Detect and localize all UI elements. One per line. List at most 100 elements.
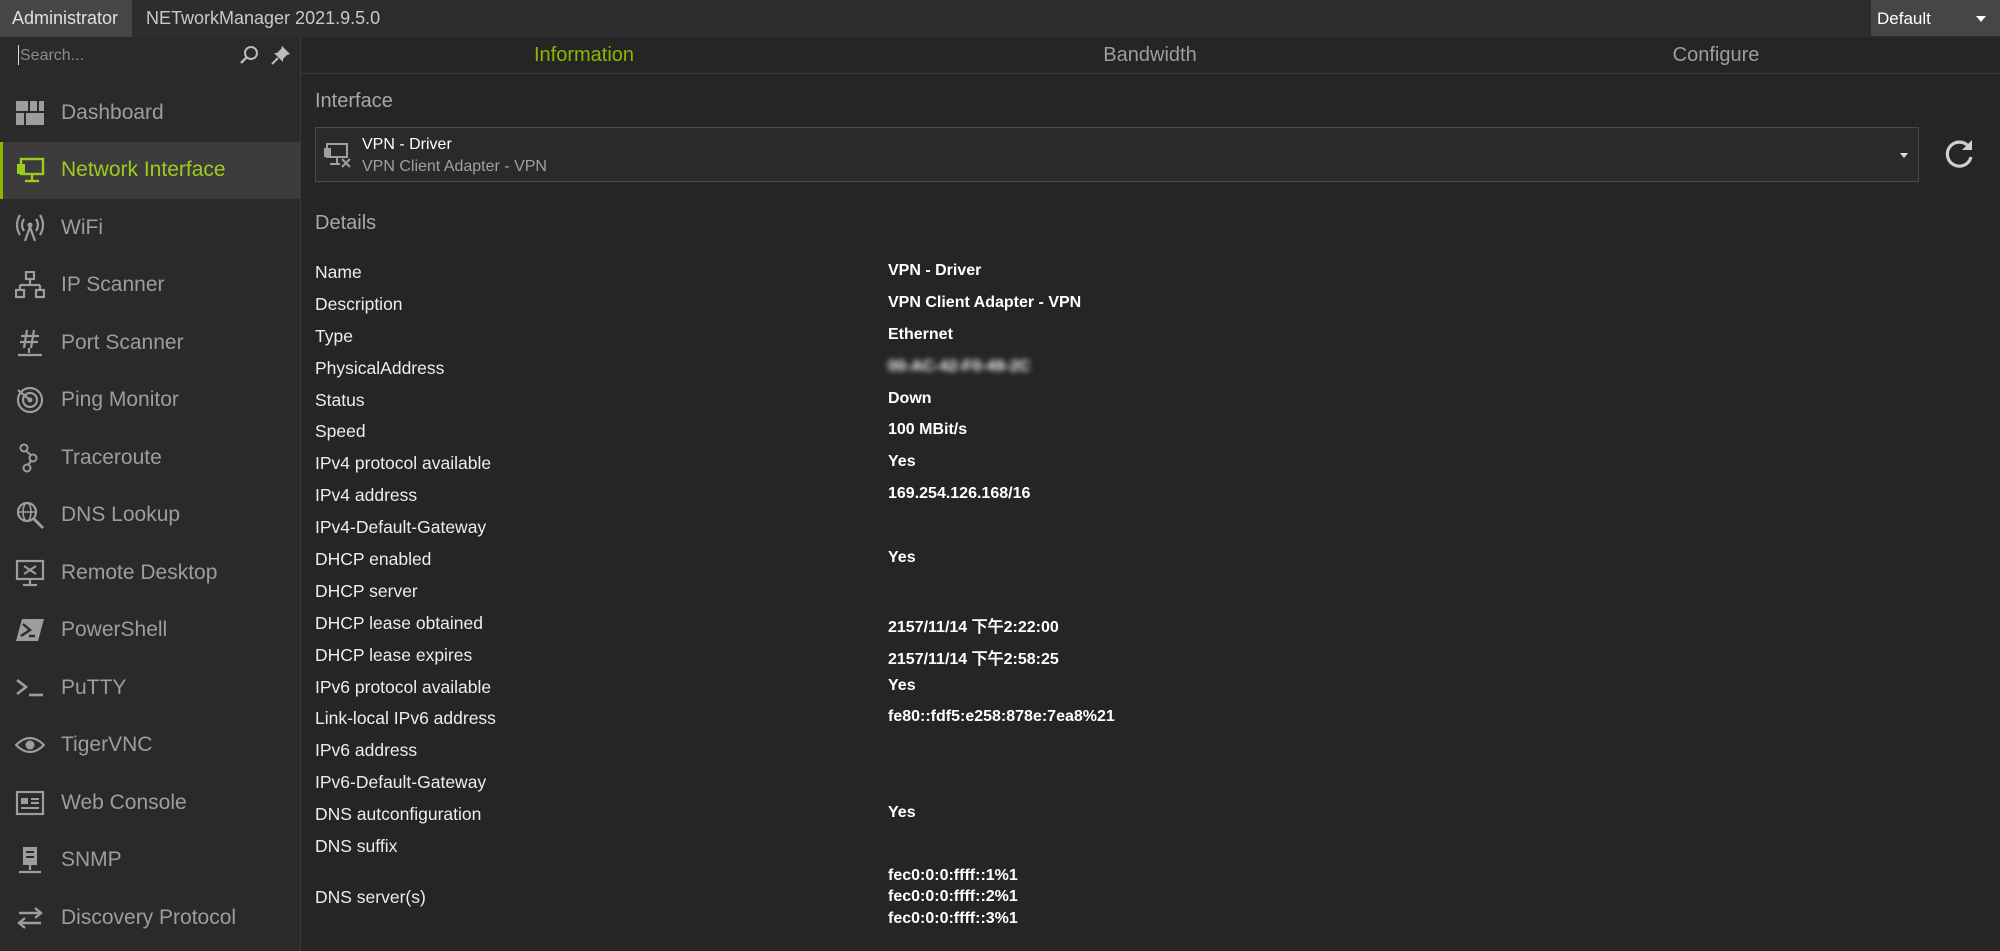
detail-value: VPN Client Adapter - VPN xyxy=(888,293,1082,311)
pin-icon[interactable] xyxy=(270,44,292,66)
sidebar-item-label: IP Scanner xyxy=(61,273,165,297)
sidebar-item-label: Web Console xyxy=(61,790,187,814)
dns-server-entry: fec0:0:0:ffff::3%1 xyxy=(888,909,1018,927)
sidebar-item-label: Network Interface xyxy=(61,158,226,182)
detail-row-ipv4-available: IPv4 protocol available Yes xyxy=(315,448,1915,480)
app-title: NETworkManager 2021.9.5.0 xyxy=(146,8,381,28)
sidebar-item-label: Port Scanner xyxy=(61,330,184,354)
sidebar-item-label: DNS Lookup xyxy=(61,503,181,527)
interface-section-title: Interface xyxy=(315,90,393,112)
detail-value: Ethernet xyxy=(888,325,953,343)
detail-row-speed: Speed 100 MBit/s xyxy=(315,416,1915,448)
search-icon[interactable] xyxy=(238,44,260,66)
search-bar xyxy=(0,37,301,73)
ip-scanner-icon xyxy=(14,269,46,301)
sidebar-item-wifi[interactable]: WiFi xyxy=(0,199,300,257)
dashboard-icon xyxy=(14,97,46,129)
detail-key: DNS suffix xyxy=(315,836,398,857)
detail-row-ipv6-gateway: IPv6-Default-Gateway xyxy=(315,767,1915,799)
detail-row-dns-autoconfiguration: DNS autconfiguration Yes xyxy=(315,799,1915,831)
sidebar-item-label: WiFi xyxy=(61,215,103,239)
web-console-icon xyxy=(14,787,46,819)
sidebar-item-dashboard[interactable]: Dashboard xyxy=(0,84,300,142)
detail-value: Yes xyxy=(888,453,916,471)
user-badge: Administrator xyxy=(0,0,132,37)
detail-row-type: Type Ethernet xyxy=(315,321,1915,353)
detail-value: 169.254.126.168/16 xyxy=(888,485,1031,503)
detail-key: DHCP enabled xyxy=(315,549,432,570)
detail-row-ipv6-address: IPv6 address xyxy=(315,735,1915,767)
tab-information[interactable]: Information xyxy=(301,37,867,73)
detail-key: DHCP lease obtained xyxy=(315,612,483,633)
detail-value: fe80::fdf5:e258:878e:7ea8%21 xyxy=(888,708,1115,726)
wifi-icon xyxy=(14,212,46,244)
detail-row-dhcp-enabled: DHCP enabled Yes xyxy=(315,544,1915,576)
detail-value: Down xyxy=(888,389,932,407)
sidebar-item-label: Dashboard xyxy=(61,100,164,124)
interface-name: VPN - Driver xyxy=(362,136,452,153)
powershell-icon xyxy=(14,614,46,646)
chevron-down-icon xyxy=(1976,16,1986,22)
search-input[interactable] xyxy=(18,42,232,70)
detail-key: Link-local IPv6 address xyxy=(315,708,496,729)
detail-key: IPv4-Default-Gateway xyxy=(315,517,487,538)
sidebar-item-network-interface[interactable]: Network Interface xyxy=(0,141,300,199)
detail-row-ipv4-gateway: IPv4-Default-Gateway xyxy=(315,512,1915,544)
detail-key: DHCP lease expires xyxy=(315,644,473,665)
network-interface-icon xyxy=(14,154,46,186)
sidebar-item-dns-lookup[interactable]: DNS Lookup xyxy=(0,487,300,545)
snmp-icon xyxy=(14,844,46,876)
sidebar-item-label: PowerShell xyxy=(61,618,168,642)
sidebar-item-remote-desktop[interactable]: Remote Desktop xyxy=(0,544,300,602)
detail-row-dns-servers: DNS server(s) fec0:0:0:ffff::1%1 fec0:0:… xyxy=(315,863,1915,933)
tab-configure[interactable]: Configure xyxy=(1433,37,1999,73)
sidebar-item-web-console[interactable]: Web Console xyxy=(0,774,300,832)
detail-value: Yes xyxy=(888,804,916,822)
detail-row-ipv4-address: IPv4 address 169.254.126.168/16 xyxy=(315,480,1915,512)
sidebar-item-traceroute[interactable]: Traceroute xyxy=(0,429,300,487)
detail-key: Description xyxy=(315,293,403,314)
detail-value: VPN - Driver xyxy=(888,262,982,279)
sidebar-item-putty[interactable]: PuTTY xyxy=(0,659,300,717)
detail-row-link-local-ipv6: Link-local IPv6 address fe80::fdf5:e258:8… xyxy=(315,703,1915,735)
sidebar-item-port-scanner[interactable]: Port Scanner xyxy=(0,314,300,372)
eye-icon xyxy=(14,729,46,761)
chevron-down-icon xyxy=(1900,153,1908,158)
detail-row-description: Description VPN Client Adapter - VPN xyxy=(315,289,1915,321)
detail-row-ipv6-available: IPv6 protocol available Yes xyxy=(315,672,1915,704)
sidebar-item-powershell[interactable]: PowerShell xyxy=(0,602,300,660)
sidebar-item-discovery-protocol[interactable]: Discovery Protocol xyxy=(0,889,300,947)
putty-icon xyxy=(14,672,46,704)
sidebar-item-snmp[interactable]: SNMP xyxy=(0,832,300,890)
detail-value: 2157/11/14 下午2:58:25 xyxy=(888,650,1059,668)
dns-lookup-icon xyxy=(14,499,46,531)
detail-row-dhcp-server: DHCP server xyxy=(315,576,1915,608)
detail-key: DHCP server xyxy=(315,580,418,601)
dns-server-list: fec0:0:0:ffff::1%1 fec0:0:0:ffff::2%1 fe… xyxy=(888,867,1018,932)
sidebar-item-ping-monitor[interactable]: Ping Monitor xyxy=(0,372,300,430)
sidebar-item-label: Ping Monitor xyxy=(61,388,179,412)
detail-key: IPv6 address xyxy=(315,740,418,761)
traceroute-icon xyxy=(14,442,46,474)
dns-server-entry: fec0:0:0:ffff::2%1 xyxy=(888,888,1018,906)
details-list: Name VPN - Driver Description VPN Client A… xyxy=(315,257,1915,933)
detail-key: DNS server(s) xyxy=(315,886,426,907)
detail-key: IPv6-Default-Gateway xyxy=(315,772,487,793)
sidebar-item-tigervnc[interactable]: TigerVNC xyxy=(0,717,300,775)
refresh-icon[interactable] xyxy=(1939,135,1979,175)
detail-row-name: Name VPN - Driver xyxy=(315,257,1915,289)
detail-key: Name xyxy=(315,262,362,282)
detail-key: Status xyxy=(315,389,365,410)
ping-monitor-icon xyxy=(14,384,46,416)
sidebar-item-label: Remote Desktop xyxy=(61,560,218,584)
sidebar-item-ip-scanner[interactable]: IP Scanner xyxy=(0,257,300,315)
profile-dropdown[interactable]: Default xyxy=(1871,0,2000,36)
detail-value: Yes xyxy=(888,549,916,567)
detail-value-redacted: 00-AC-42-F0-49-2C xyxy=(888,357,1031,375)
sidebar-item-label: SNMP xyxy=(61,848,122,872)
detail-key: IPv6 protocol available xyxy=(315,676,492,697)
network-adapter-icon xyxy=(324,143,351,168)
tab-bandwidth[interactable]: Bandwidth xyxy=(867,37,1433,73)
interface-dropdown[interactable]: VPN - Driver VPN Client Adapter - VPN xyxy=(315,127,1919,182)
details-section-title: Details xyxy=(315,212,377,234)
